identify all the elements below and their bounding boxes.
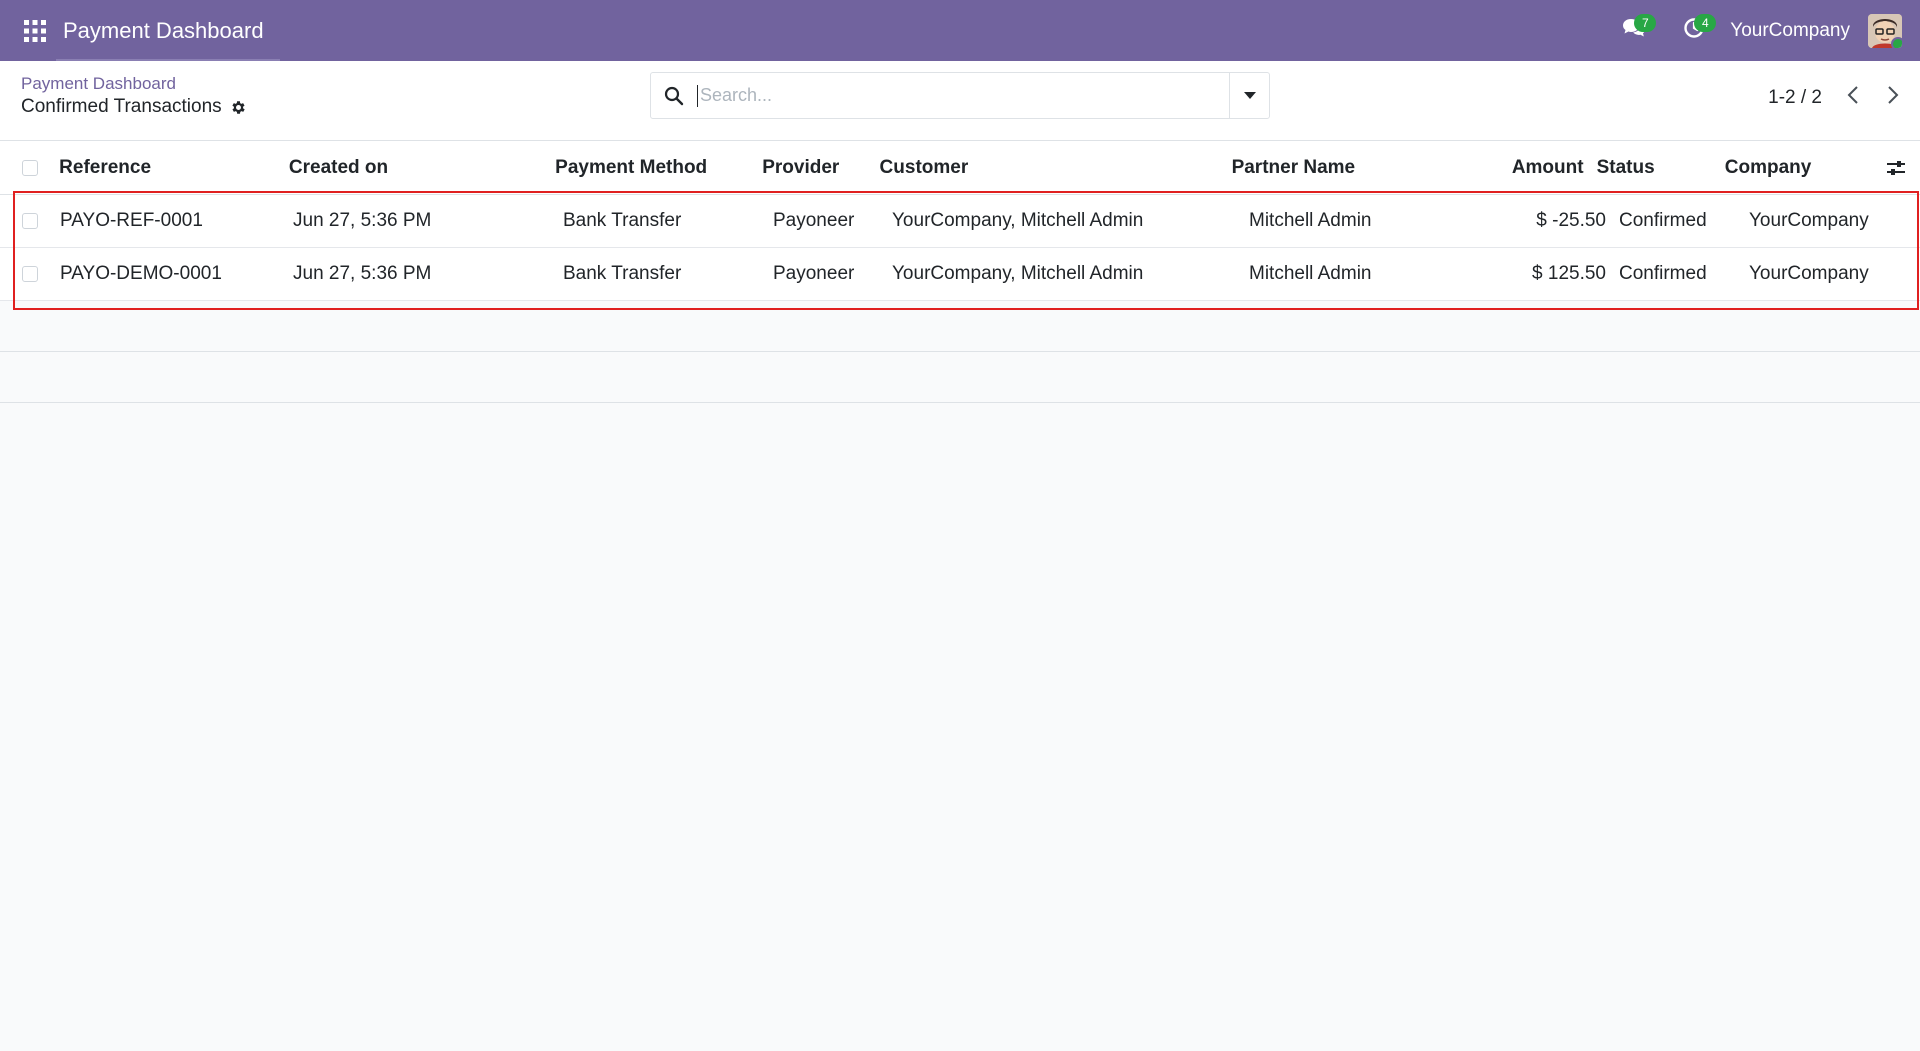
row-checkbox[interactable] <box>22 213 38 229</box>
cell-company: YourCompany <box>1749 263 1869 284</box>
navbar-systray: 7 4 YourCompany <box>1604 0 1920 61</box>
activities-count-badge: 4 <box>1694 14 1717 32</box>
pager: 1-2 / 2 <box>1768 85 1900 110</box>
cell-company: YourCompany <box>1749 210 1869 231</box>
search-icon <box>651 86 697 106</box>
company-switcher[interactable]: YourCompany <box>1730 20 1850 42</box>
select-all-checkbox[interactable] <box>21 159 38 176</box>
cell-created-on: Jun 27, 5:36 PM <box>293 210 432 231</box>
cell-reference: PAYO-REF-0001 <box>60 210 203 231</box>
messages-button[interactable]: 7 <box>1604 0 1664 61</box>
select-all-checkbox-cell <box>0 159 59 176</box>
cell-status: Confirmed <box>1619 263 1707 284</box>
chevron-right-icon[interactable] <box>1886 85 1900 110</box>
row-checkbox[interactable] <box>22 266 38 282</box>
cell-status: Confirmed <box>1619 210 1707 231</box>
column-header-reference[interactable]: Reference <box>59 157 289 179</box>
cell-partner-name: Mitchell Admin <box>1249 210 1372 231</box>
activities-button[interactable]: 4 <box>1664 0 1724 61</box>
search-options-toggle[interactable] <box>1229 73 1269 118</box>
pager-value[interactable]: 1-2 / 2 <box>1768 87 1822 109</box>
gear-icon[interactable] <box>230 99 247 116</box>
cell-partner-name: Mitchell Admin <box>1249 263 1372 284</box>
breadcrumb: Payment Dashboard Confirmed Transactions <box>21 73 247 119</box>
cell-amount: $ 125.50 <box>1532 263 1606 284</box>
cell-customer: YourCompany, Mitchell Admin <box>892 210 1144 231</box>
column-options-icon[interactable] <box>1873 159 1920 177</box>
cell-provider: Payoneer <box>773 263 855 284</box>
column-header-provider[interactable]: Provider <box>762 157 879 179</box>
breadcrumb-parent-link[interactable]: Payment Dashboard <box>21 73 247 95</box>
table-row[interactable]: PAYO-REF-0001 Jun 27, 5:36 PM Bank Trans… <box>0 195 1920 248</box>
control-panel: Payment Dashboard Confirmed Transactions <box>0 61 1920 141</box>
breadcrumb-current: Confirmed Transactions <box>21 95 247 119</box>
online-status-dot <box>1891 36 1902 48</box>
column-header-company[interactable]: Company <box>1725 157 1873 179</box>
app-title[interactable]: Payment Dashboard <box>63 18 264 44</box>
search-input[interactable] <box>698 73 1229 118</box>
column-header-customer[interactable]: Customer <box>880 157 1232 179</box>
row-checkbox-cell <box>0 213 60 229</box>
column-header-created-on[interactable]: Created on <box>289 157 555 179</box>
column-header-payment-method[interactable]: Payment Method <box>555 157 762 179</box>
empty-row <box>0 301 1920 352</box>
breadcrumb-current-label: Confirmed Transactions <box>21 96 222 117</box>
column-header-partner-name[interactable]: Partner Name <box>1232 157 1400 179</box>
search-bar <box>650 72 1270 119</box>
apps-grid-icon[interactable] <box>0 0 70 61</box>
cell-payment-method: Bank Transfer <box>563 210 682 231</box>
table-row[interactable]: PAYO-DEMO-0001 Jun 27, 5:36 PM Bank Tran… <box>0 248 1920 301</box>
table-header: Reference Created on Payment Method Prov… <box>0 141 1920 195</box>
column-header-amount[interactable]: Amount <box>1399 157 1596 179</box>
cell-reference: PAYO-DEMO-0001 <box>60 263 222 284</box>
row-checkbox-cell <box>0 266 60 282</box>
cell-customer: YourCompany, Mitchell Admin <box>892 263 1144 284</box>
cell-created-on: Jun 27, 5:36 PM <box>293 263 432 284</box>
caret-down-icon <box>1243 87 1256 105</box>
pager-buttons <box>1846 85 1900 110</box>
cell-payment-method: Bank Transfer <box>563 263 682 284</box>
list-view: Reference Created on Payment Method Prov… <box>0 141 1920 403</box>
user-avatar[interactable] <box>1868 13 1902 48</box>
messages-count-badge: 7 <box>1634 14 1657 32</box>
empty-row <box>0 352 1920 403</box>
chevron-left-icon[interactable] <box>1846 85 1860 110</box>
column-header-status[interactable]: Status <box>1597 157 1725 179</box>
cell-amount: $ -25.50 <box>1536 210 1606 231</box>
top-navbar: Payment Dashboard 7 4 YourCompany <box>0 0 1920 61</box>
cell-provider: Payoneer <box>773 210 855 231</box>
